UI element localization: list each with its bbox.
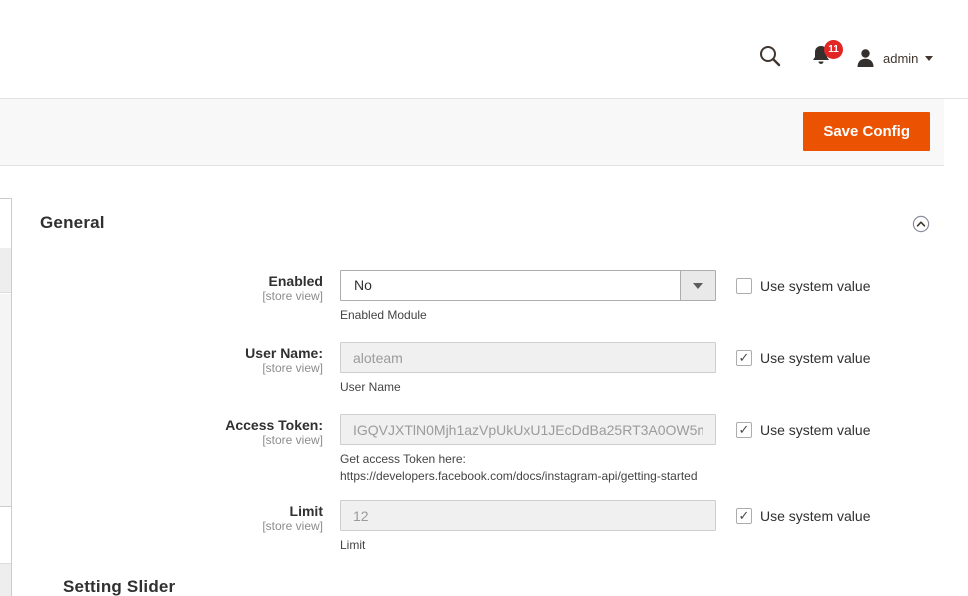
checkbox-label: Use system value: [760, 508, 870, 524]
field-row-username: User Name: [store view] User Name ✓ Use …: [11, 342, 957, 396]
use-system-value-toggle[interactable]: ✓ Use system value: [736, 500, 870, 524]
config-nav-item[interactable]: [0, 294, 11, 507]
checkbox[interactable]: [736, 278, 752, 294]
config-nav-item[interactable]: [0, 563, 11, 596]
select-caret-button[interactable]: [680, 271, 715, 300]
field-scope: [store view]: [11, 361, 323, 376]
field-row-enabled: Enabled [store view] No Enabled Module U…: [11, 270, 957, 324]
field-row-limit: Limit [store view] Limit ✓ Use system va…: [11, 500, 957, 554]
search-icon[interactable]: [758, 44, 782, 70]
notifications-button[interactable]: 11: [810, 44, 846, 72]
chevron-down-icon: [693, 283, 703, 289]
field-control-cell: User Name: [340, 342, 716, 396]
field-label: Access Token:: [11, 417, 323, 433]
field-label-cell: Enabled [store view]: [11, 270, 323, 304]
account-menu[interactable]: admin: [856, 44, 933, 72]
access-token-input: [340, 414, 716, 445]
field-row-access-token: Access Token: [store view] Get access To…: [11, 414, 957, 485]
field-control-cell: Limit: [340, 500, 716, 554]
collapse-section-icon[interactable]: [912, 215, 930, 233]
field-label-cell: Limit [store view]: [11, 500, 323, 534]
field-scope: [store view]: [11, 519, 323, 534]
checkbox[interactable]: ✓: [736, 422, 752, 438]
config-nav-item[interactable]: [0, 248, 11, 293]
field-label-cell: User Name: [store view]: [11, 342, 323, 376]
account-username: admin: [883, 51, 918, 66]
field-comment: User Name: [340, 379, 716, 396]
field-control-cell: Get access Token here: https://developer…: [340, 414, 716, 485]
field-label-cell: Access Token: [store view]: [11, 414, 323, 448]
use-system-value-toggle[interactable]: ✓ Use system value: [736, 414, 870, 438]
notifications-count-badge: 11: [824, 40, 843, 59]
save-config-button[interactable]: Save Config: [803, 112, 930, 151]
select-value: No: [354, 277, 372, 293]
chevron-down-icon: [925, 56, 933, 61]
checkbox[interactable]: ✓: [736, 350, 752, 366]
use-system-value-toggle[interactable]: ✓ Use system value: [736, 342, 870, 366]
username-input: [340, 342, 716, 373]
checkbox-label: Use system value: [760, 350, 870, 366]
page-actions-toolbar: Save Config: [0, 99, 944, 166]
field-scope: [store view]: [11, 433, 323, 448]
field-scope: [store view]: [11, 289, 323, 304]
admin-config-page: 11 admin Save Config General Ena: [0, 0, 968, 596]
section-header-general[interactable]: General: [40, 213, 105, 233]
enabled-select[interactable]: No: [340, 270, 716, 301]
field-comment: Limit: [340, 537, 716, 554]
checkbox-label: Use system value: [760, 278, 870, 294]
top-header-bar: 11 admin: [0, 0, 968, 99]
limit-input: [340, 500, 716, 531]
field-label: User Name:: [11, 345, 323, 361]
person-icon: [856, 48, 875, 68]
checkbox[interactable]: ✓: [736, 508, 752, 524]
field-comment: Get access Token here: https://developer…: [340, 451, 716, 485]
checkbox-label: Use system value: [760, 422, 870, 438]
field-control-cell: No Enabled Module: [340, 270, 716, 324]
field-comment: Enabled Module: [340, 307, 716, 324]
section-header-setting-slider[interactable]: Setting Slider: [63, 577, 175, 596]
use-system-value-toggle[interactable]: Use system value: [736, 270, 870, 294]
field-label: Enabled: [11, 273, 323, 289]
field-label: Limit: [11, 503, 323, 519]
